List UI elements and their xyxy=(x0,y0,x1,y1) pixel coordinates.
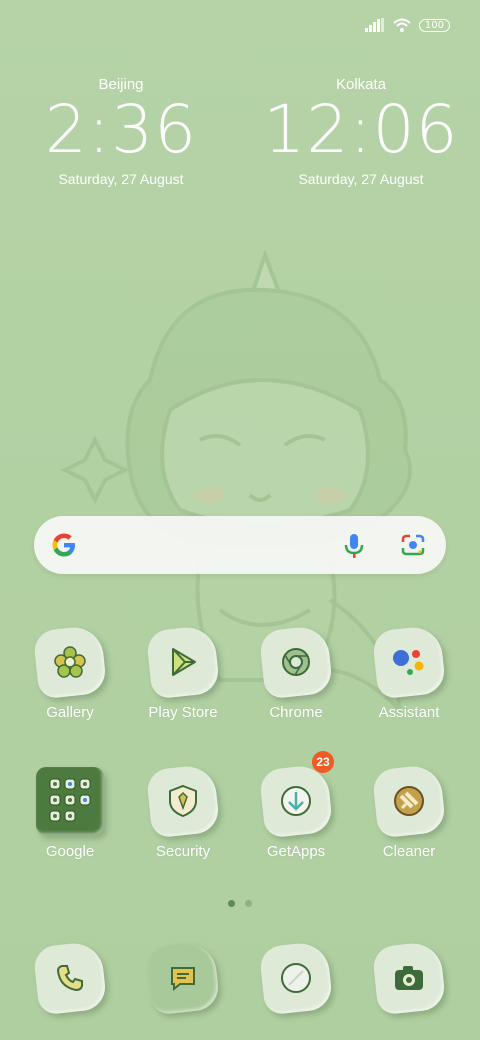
dock-camera[interactable] xyxy=(354,940,464,1016)
voice-search-icon[interactable] xyxy=(344,532,364,560)
google-logo-icon xyxy=(52,533,75,557)
app-security[interactable]: Security xyxy=(128,763,238,860)
notification-badge: 23 xyxy=(312,751,334,773)
camera-icon xyxy=(395,966,423,990)
page-dot-2[interactable] xyxy=(245,900,252,907)
app-play-store[interactable]: Play Store xyxy=(128,624,238,721)
clock-widget-kolkata[interactable]: Kolkata 12:06 Saturday, 27 August xyxy=(261,76,461,187)
signal-icon xyxy=(364,18,384,32)
status-bar: 100 xyxy=(364,18,450,32)
app-label: Assistant xyxy=(378,704,440,721)
getapps-icon xyxy=(281,786,311,816)
dock-phone[interactable] xyxy=(15,940,125,1016)
app-folder-google[interactable]: Google xyxy=(15,767,125,860)
dock-messages[interactable] xyxy=(128,940,238,1016)
app-assistant[interactable]: Assistant xyxy=(354,624,464,721)
clock-date: Saturday, 27 August xyxy=(58,171,184,187)
app-cleaner[interactable]: Cleaner xyxy=(354,763,464,860)
app-label: Gallery xyxy=(46,704,94,721)
chrome-icon xyxy=(282,648,310,676)
app-gallery[interactable]: Gallery xyxy=(15,624,125,721)
clock-date: Saturday, 27 August xyxy=(298,171,424,187)
app-label: Play Store xyxy=(148,704,218,721)
messages-icon xyxy=(171,967,195,992)
gallery-icon xyxy=(54,646,86,678)
clock-time: 2:36 xyxy=(44,91,198,168)
page-dot-1[interactable] xyxy=(228,900,235,907)
browser-icon xyxy=(281,963,311,993)
clock-time: 12:06 xyxy=(263,91,459,168)
app-label: Cleaner xyxy=(382,843,436,860)
app-label: Google xyxy=(45,843,95,860)
clock-widget-beijing[interactable]: Beijing 2:36 Saturday, 27 August xyxy=(21,76,221,187)
battery-indicator: 100 xyxy=(418,18,450,32)
app-getapps[interactable]: 23 GetApps xyxy=(241,751,351,860)
dock-browser[interactable] xyxy=(241,940,351,1016)
app-label: Chrome xyxy=(269,704,323,721)
google-lens-icon[interactable] xyxy=(400,533,426,557)
google-folder-icon xyxy=(49,778,91,822)
phone-icon xyxy=(56,965,83,992)
security-icon xyxy=(169,784,197,818)
google-search-bar[interactable] xyxy=(34,516,446,574)
app-label: GetApps xyxy=(266,843,326,860)
app-chrome[interactable]: Chrome xyxy=(241,624,351,721)
play-store-icon xyxy=(172,648,196,676)
page-indicator[interactable] xyxy=(0,900,480,907)
wifi-icon xyxy=(393,18,411,32)
cleaner-icon xyxy=(394,786,424,816)
assistant-icon xyxy=(393,650,424,675)
app-label: Security xyxy=(155,843,211,860)
